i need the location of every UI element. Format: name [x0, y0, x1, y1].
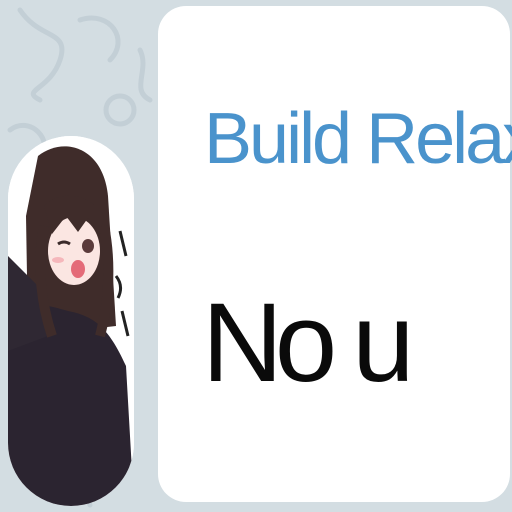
message-text: No u — [202, 280, 415, 405]
avatar[interactable] — [8, 136, 134, 506]
message-bubble[interactable]: Build Relax No u — [158, 6, 512, 502]
chat-background: Build Relax No u — [0, 0, 512, 512]
sender-name[interactable]: Build Relax — [204, 94, 512, 184]
anime-girl-avatar-icon — [8, 136, 134, 506]
